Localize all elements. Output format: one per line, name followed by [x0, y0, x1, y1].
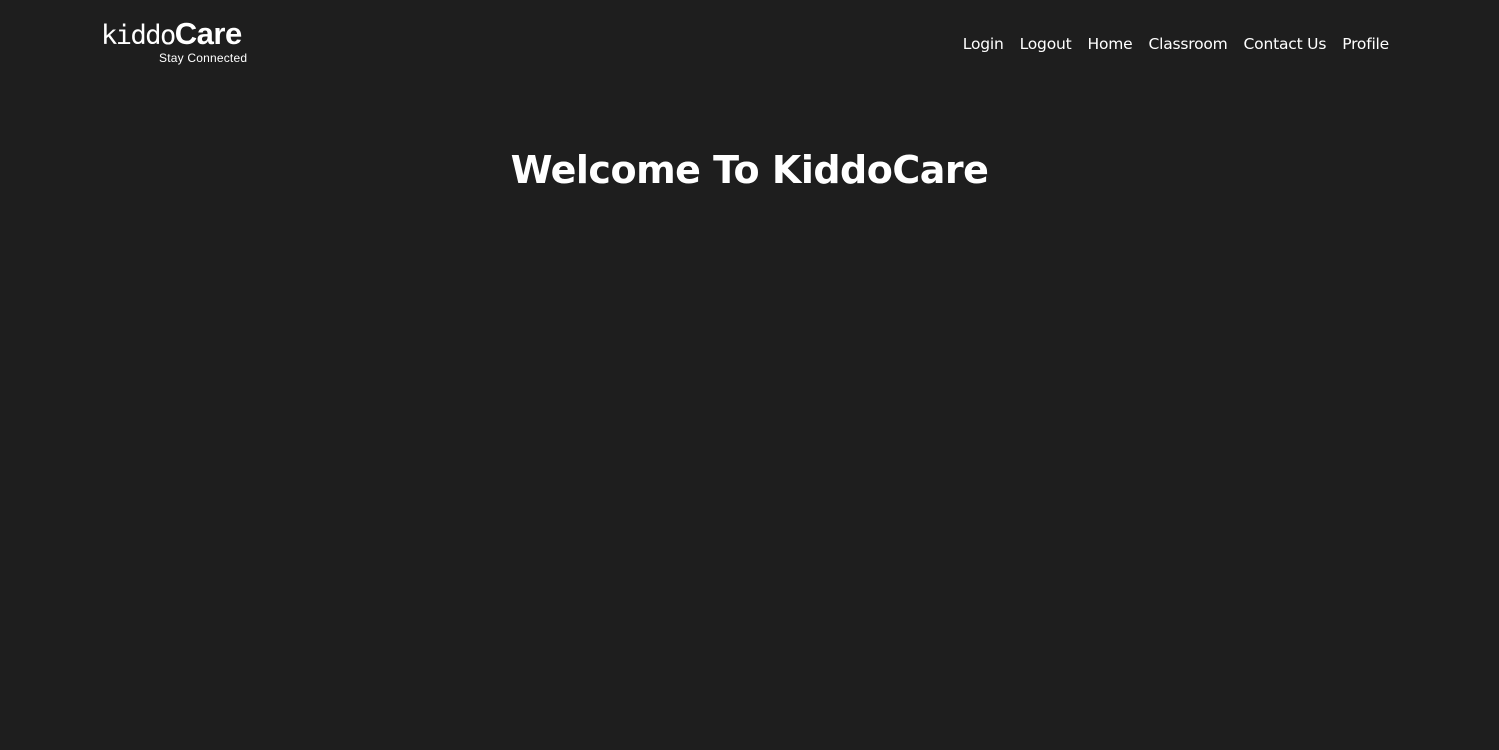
- nav-link-logout[interactable]: Logout: [1020, 35, 1072, 53]
- nav-item-profile: Profile: [1342, 33, 1389, 55]
- hero-title: Welcome To KiddoCare: [510, 148, 989, 192]
- nav-link-classroom[interactable]: Classroom: [1148, 35, 1227, 53]
- nav-item-logout: Logout: [1020, 33, 1072, 55]
- nav-link-profile[interactable]: Profile: [1342, 35, 1389, 53]
- nav-item-classroom: Classroom: [1148, 33, 1227, 55]
- nav-link-login[interactable]: Login: [963, 35, 1004, 53]
- navbar: kiddoCare Stay Connected Login Logout Ho…: [0, 0, 1499, 90]
- brand-name-care: Care: [174, 16, 242, 51]
- brand-logo-link[interactable]: kiddoCare Stay Connected: [101, 18, 261, 68]
- nav-item-home: Home: [1087, 33, 1132, 55]
- nav-item-login: Login: [963, 33, 1004, 55]
- brand-wordmark: kiddoCare: [101, 18, 242, 49]
- brand-name-kiddo: kiddo: [101, 20, 176, 51]
- nav-link-home[interactable]: Home: [1087, 35, 1132, 53]
- nav-link-contact-us[interactable]: Contact Us: [1244, 35, 1327, 53]
- nav-links: Login Logout Home Classroom Contact Us P…: [963, 33, 1389, 55]
- brand-tagline: Stay Connected: [159, 51, 248, 65]
- page: kiddoCare Stay Connected Login Logout Ho…: [0, 0, 1499, 750]
- nav-item-contact-us: Contact Us: [1244, 33, 1327, 55]
